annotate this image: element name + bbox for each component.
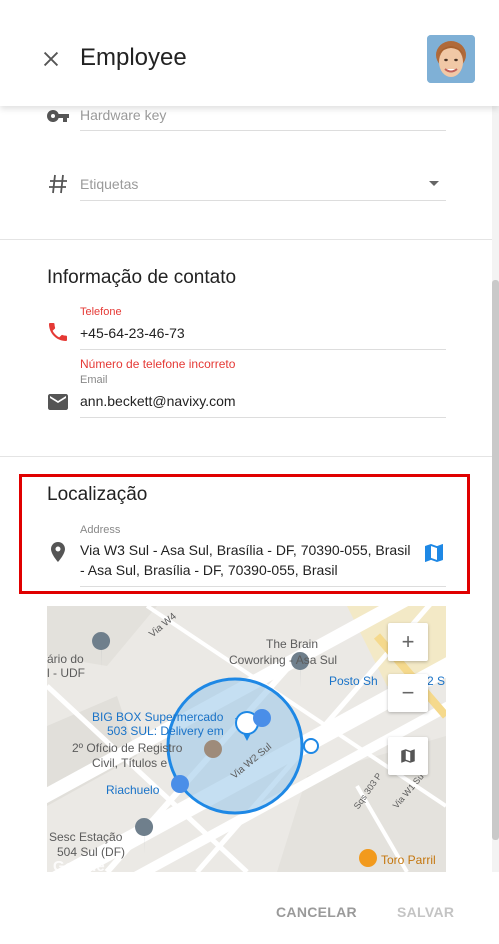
email-field[interactable]: Email ann.beckett@navixy.com <box>46 372 446 420</box>
map-label-toro: Toro Parril <box>381 853 436 867</box>
dropdown-arrow-icon[interactable] <box>428 180 440 188</box>
contact-section-title: Informação de contato <box>47 267 237 288</box>
dialog-footer: CANCELAR SALVAR <box>0 872 499 944</box>
map-label-riachuelo: Riachuelo <box>106 783 160 797</box>
close-icon[interactable] <box>40 48 62 70</box>
phone-value: +45-64-23-46-73 <box>80 325 185 341</box>
avatar[interactable] <box>427 35 475 83</box>
scrollbar-thumb[interactable] <box>492 280 499 840</box>
email-label: Email <box>80 374 108 386</box>
tags-placeholder: Etiquetas <box>80 176 139 192</box>
map-label-udf: l - UDF <box>47 666 85 680</box>
map-label-bigbox-1: BIG BOX Supermercado <box>92 710 224 724</box>
zoom-in-button[interactable]: + <box>388 623 428 661</box>
hashtag-icon <box>49 174 67 194</box>
key-icon <box>46 110 69 122</box>
cancel-button[interactable]: CANCELAR <box>276 904 357 920</box>
map-layers-icon <box>401 749 415 763</box>
map-label-the-brain: The Brain <box>266 637 319 651</box>
google-logo: Google <box>53 858 105 872</box>
map-label-oficio-1: 2º Ofício de Registro <box>72 741 183 755</box>
location-highlight-box <box>19 474 470 594</box>
hardware-key-field[interactable]: Hardware key <box>46 106 446 136</box>
map-label-posto: Posto Sh <box>329 674 378 688</box>
zoom-out-button[interactable]: − <box>388 674 428 712</box>
avatar-image <box>427 35 475 83</box>
location-map[interactable]: Via W4 The Brain Coworking - Asa Sul Pos… <box>47 606 446 872</box>
map-label-oficio-2: Civil, Títulos e <box>92 756 168 770</box>
phone-label: Telefone <box>80 306 122 318</box>
phone-icon <box>49 323 67 341</box>
map-layers-button[interactable] <box>388 737 428 775</box>
section-divider <box>0 456 492 457</box>
page-title: Employee <box>80 44 187 71</box>
phone-field[interactable]: Telefone +45-64-23-46-73 <box>46 304 446 352</box>
map-label-dario: ário do <box>47 652 84 666</box>
map-label-bigbox-2: 503 SUL: Delivery em <box>107 724 224 738</box>
tags-select[interactable]: Etiquetas <box>46 170 446 201</box>
app-header: Employee <box>0 0 499 106</box>
save-button[interactable]: SALVAR <box>397 904 454 920</box>
map-label-sesc-2: 504 Sul (DF) <box>57 845 126 859</box>
phone-error: Número de telefone incorreto <box>80 357 236 371</box>
section-divider <box>0 239 492 240</box>
hardware-key-placeholder: Hardware key <box>80 107 167 123</box>
mail-icon <box>48 394 68 410</box>
map-label-posto-tail: 2 S <box>427 674 446 688</box>
map-label-sesc-1: Sesc Estação <box>49 830 123 844</box>
email-value: ann.beckett@navixy.com <box>80 393 236 409</box>
map-label-coworking: Coworking - Asa Sul <box>229 653 338 667</box>
